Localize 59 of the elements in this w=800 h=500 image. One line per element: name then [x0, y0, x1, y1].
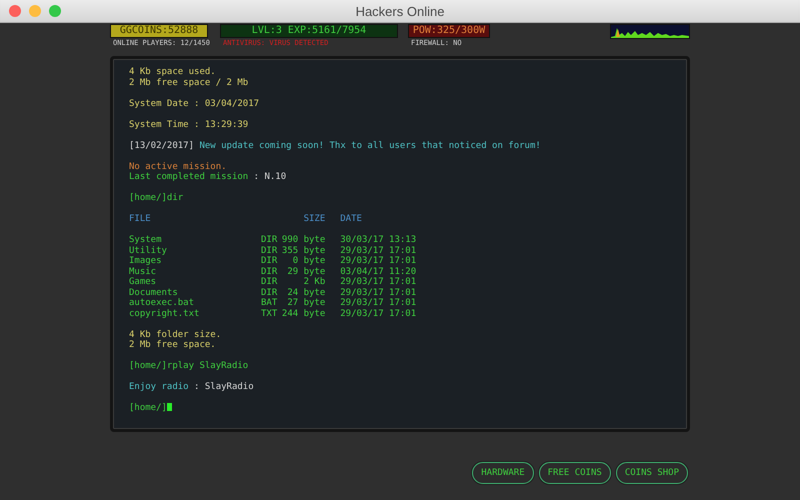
table-cell: DIR	[261, 246, 278, 256]
table-cell: DIR	[261, 256, 278, 266]
table-cell-text: Utility	[129, 246, 168, 256]
terminal-line: Last completed mission : N.10	[129, 172, 286, 182]
terminal-line: [home/]rplay SlayRadio	[129, 361, 248, 372]
table-cell: 990 byte	[277, 235, 326, 246]
column-header: FILE	[129, 214, 261, 235]
table-cell-text: System	[129, 235, 163, 246]
table-cell-text: Images	[129, 256, 163, 266]
table-cell-text: 29/03/17 17:01	[339, 256, 416, 266]
table-cell: 355 byte	[277, 246, 326, 256]
table-cell-text: 03/04/17 11:20	[339, 266, 416, 277]
table-cell-text: 30/03/17 13:13	[339, 235, 416, 246]
table-cell-text: 29/03/17 17:01	[339, 298, 416, 308]
menu-button[interactable]: HARDWARE	[472, 462, 534, 484]
zoom-button[interactable]	[49, 5, 61, 17]
table-cell-text: Games	[129, 277, 158, 288]
terminal-line: 4 Kb space used.	[129, 67, 216, 78]
table-cell: 24 byte	[277, 288, 326, 298]
column-header: DATE	[325, 214, 416, 235]
terminal-line: [13/02/2017] New update coming soon! Thx to all users that noticed on forum!	[129, 140, 541, 151]
terminal-line: Enjoy radio : SlayRadio	[129, 382, 254, 392]
table-cell: 27 byte	[277, 298, 326, 308]
menu-button[interactable]: COINS SHOP	[616, 462, 688, 484]
terminal-line: 2 Mb free space.	[129, 340, 216, 350]
terminal-line: System Date : 03/04/2017	[129, 98, 260, 109]
terminal-line: No active mission.	[129, 162, 227, 172]
table-cell: TXT	[261, 308, 278, 319]
table-cell-text: autoexec.bat	[129, 298, 196, 308]
table-cell: 29 byte	[277, 266, 326, 277]
menu-button[interactable]: FREE COINS	[538, 462, 611, 484]
table-cell-text: 29/03/17 17:01	[339, 246, 416, 256]
terminal-line: 4 Kb folder size.	[129, 330, 222, 340]
coins-display: GGCOINS:52888	[110, 24, 208, 38]
command-prompt: [home/]	[129, 403, 167, 413]
power-display: POW:325/300W	[408, 24, 490, 38]
table-cell: 244 byte	[277, 308, 326, 319]
level-display: LVL:3 EXP:5161/7954	[220, 24, 398, 38]
minimize-button[interactable]	[29, 5, 41, 17]
terminal-line: 2 Mb free space / 2 Mb	[129, 78, 248, 88]
table-cell: DIR	[261, 266, 278, 277]
table-cell: DIR	[261, 235, 278, 246]
table-cell-text: 29/03/17 17:01	[339, 308, 416, 319]
table-cell: 2 Kb	[277, 277, 326, 288]
column-header: SIZE	[277, 214, 326, 235]
text-cursor	[166, 403, 172, 411]
table-cell: BAT	[261, 298, 278, 308]
table-cell: DIR	[261, 277, 278, 288]
table-cell-text: Music	[129, 266, 158, 277]
table-cell: DIR	[261, 288, 278, 298]
table-cell: copyright.txt	[129, 308, 261, 319]
table-cell: 0 byte	[277, 256, 326, 266]
table-cell-text: 29/03/17 17:01	[339, 277, 416, 288]
close-button[interactable]	[9, 5, 21, 17]
window-title: Hackers Online	[356, 4, 444, 18]
terminal-line: [home/]dir	[129, 193, 184, 204]
table-cell-text: 29/03/17 17:01	[339, 288, 416, 298]
table-cell-text: Documents	[129, 288, 179, 298]
terminal-line: System Time : 13:29:39	[129, 120, 248, 130]
